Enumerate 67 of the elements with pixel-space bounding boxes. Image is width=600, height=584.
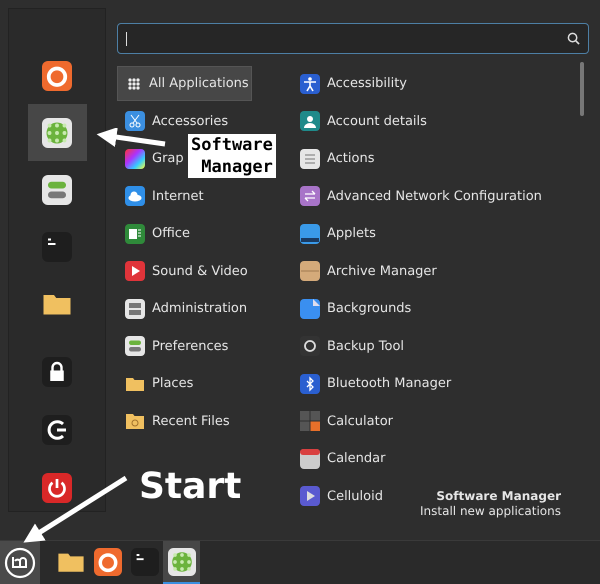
description-title: Software Manager <box>436 489 561 504</box>
toggle-icon <box>125 336 145 356</box>
application-item[interactable]: Backup Tool <box>298 334 404 358</box>
box-icon <box>300 261 320 282</box>
mint-logo-icon <box>4 546 36 578</box>
toggle-icon <box>42 174 72 204</box>
color-palette-icon <box>125 148 145 169</box>
description-subtitle: Install new applications <box>420 504 561 519</box>
document-icon <box>125 224 145 244</box>
text-cursor <box>126 32 127 46</box>
bluetooth-icon <box>300 374 320 394</box>
lock-icon <box>42 357 72 387</box>
browser-icon <box>94 548 122 576</box>
terminal-icon <box>42 232 72 262</box>
arrows-icon <box>300 186 320 206</box>
callout-label: Software Manager <box>188 134 276 178</box>
application-item[interactable]: Bluetooth Manager <box>298 372 452 396</box>
logout-icon <box>42 415 72 445</box>
application-item[interactable]: Calendar <box>298 446 386 471</box>
application-item[interactable]: Calculator <box>298 409 394 434</box>
category-item[interactable]: Office <box>117 222 190 246</box>
category-item[interactable]: Sound & Video <box>117 259 248 284</box>
taskbar-button[interactable] <box>163 541 200 584</box>
logout-button[interactable] <box>42 415 72 445</box>
application-item[interactable]: Backgrounds <box>298 296 412 321</box>
application-item[interactable]: Celluloid <box>298 484 383 508</box>
category-item[interactable]: Recent Files <box>117 409 230 434</box>
drawers-icon <box>125 298 145 319</box>
start-button[interactable] <box>0 541 40 584</box>
software-manager-icon <box>42 118 72 148</box>
grid-icon <box>126 76 142 92</box>
favorite-button[interactable] <box>28 104 86 161</box>
panel-icon <box>300 224 320 244</box>
scissors-icon <box>125 111 145 132</box>
calendar-icon <box>300 448 320 469</box>
list-icon <box>300 148 320 169</box>
folder-clock-icon <box>125 411 145 432</box>
category-item[interactable]: Grap <box>117 146 184 171</box>
application-item[interactable]: Applets <box>298 222 376 246</box>
power-button[interactable] <box>42 473 72 503</box>
category-item[interactable]: Administration <box>117 296 248 321</box>
terminal-icon <box>130 548 158 576</box>
category-item[interactable]: Internet <box>117 184 204 208</box>
video-player-icon <box>300 486 320 506</box>
play-icon <box>125 261 145 282</box>
category-item[interactable]: Places <box>117 372 194 396</box>
application-item[interactable]: Archive Manager <box>298 259 437 284</box>
calculator-icon <box>300 411 320 432</box>
scrollbar[interactable] <box>580 62 584 116</box>
power-icon <box>42 473 72 503</box>
person-icon <box>300 74 320 94</box>
application-item[interactable]: Accessibility <box>298 72 407 96</box>
application-item[interactable]: Advanced Network Configuration <box>298 184 542 208</box>
cloud-icon <box>125 186 145 206</box>
lock-button[interactable] <box>42 357 72 387</box>
application-item[interactable]: Actions <box>298 146 374 171</box>
category-item[interactable]: Accessories <box>117 109 228 134</box>
category-item[interactable]: Preferences <box>117 334 228 358</box>
application-item[interactable]: Account details <box>298 109 427 134</box>
arrow <box>95 128 167 150</box>
search-icon <box>567 32 580 45</box>
search-field[interactable] <box>117 23 589 54</box>
callout-label: Start <box>139 466 242 508</box>
user-icon <box>300 111 320 132</box>
software-manager-icon <box>168 548 196 576</box>
browser-icon <box>42 60 72 90</box>
category-item[interactable]: All Applications <box>117 66 252 102</box>
